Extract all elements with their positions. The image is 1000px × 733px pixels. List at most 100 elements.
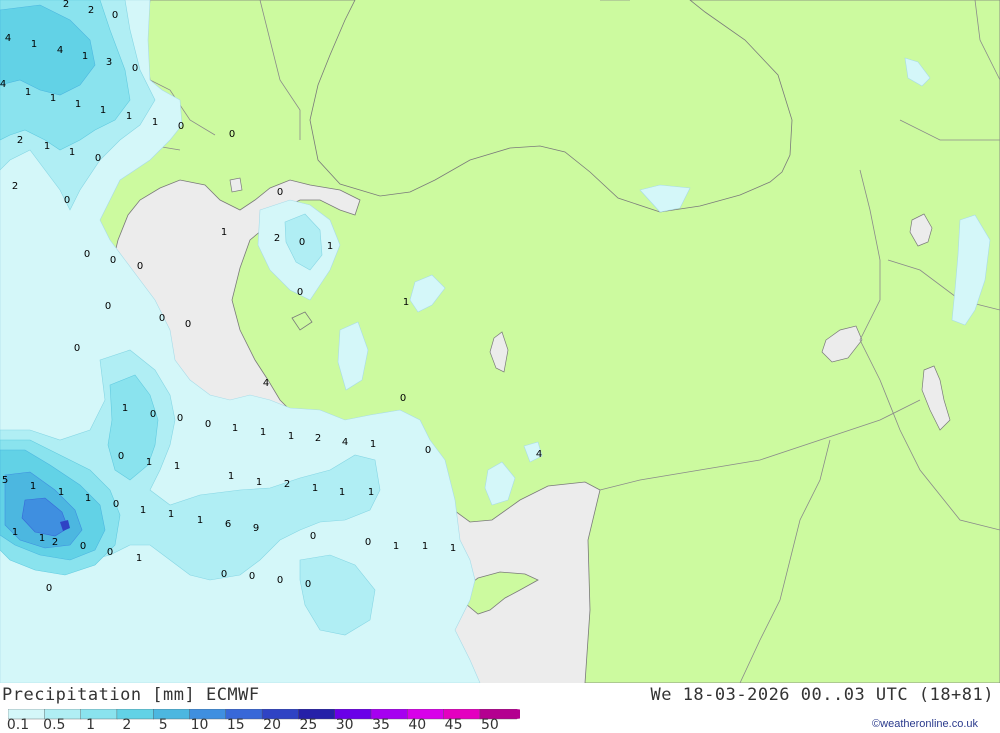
precip-value-label: 1 xyxy=(422,541,428,552)
precip-value-label: 1 xyxy=(85,493,91,504)
precip-value-label: 1 xyxy=(228,471,234,482)
legend-tick-label: 25 xyxy=(299,717,318,733)
precip-value-label: 4 xyxy=(536,449,542,460)
precip-value-label: 0 xyxy=(112,10,118,21)
precip-value-label: 1 xyxy=(168,509,174,520)
precip-value-label: 1 xyxy=(58,487,64,498)
legend-tick-label: 45 xyxy=(444,717,463,733)
precip-value-label: 2 xyxy=(17,135,23,146)
precip-value-label: 2 xyxy=(315,433,321,444)
map-canvas: 2 2 0 4 1 4 1 3 0 4 1 1 1 1 1 1 0 0 2 1 1 0 2 0 0 1 2 0 1 0 0 0 0 1 0 0 0 0 4 0… xyxy=(0,0,1000,683)
precip-value-label: 1 xyxy=(136,553,142,564)
precip-value-label: 1 xyxy=(31,39,37,50)
precip-value-label: 4 xyxy=(0,79,6,90)
lake-5 xyxy=(229,177,243,193)
precip-value-label: 1 xyxy=(256,477,262,488)
legend-tick-label: 35 xyxy=(372,717,390,733)
precip-value-label: 0 xyxy=(310,531,316,542)
precip-value-label: 4 xyxy=(57,45,63,56)
precip-value-label: 1 xyxy=(126,111,132,122)
credit: ©weatheronline.co.uk xyxy=(872,718,978,730)
legend-tick-label: 30 xyxy=(335,717,354,733)
precip-value-label: 2 xyxy=(88,5,94,16)
precip-value-label: 1 xyxy=(30,481,36,492)
precip-value-label: 0 xyxy=(132,63,138,74)
precip-value-label: 1 xyxy=(339,487,345,498)
precip-value-label: 1 xyxy=(368,487,374,498)
precip-value-label: 1 xyxy=(44,141,50,152)
precip-value-label: 1 xyxy=(146,457,152,468)
precip-value-label: 1 xyxy=(370,439,376,450)
precip-value-label: 3 xyxy=(106,57,112,68)
precip-value-label: 0 xyxy=(185,319,191,330)
legend-tick-label: 0.5 xyxy=(43,717,66,733)
precip-value-label: 0 xyxy=(277,187,283,198)
precip-value-label: 1 xyxy=(288,431,294,442)
precip-value-label: 0 xyxy=(46,583,52,594)
precip-value-label: 1 xyxy=(50,93,56,104)
precip-value-label: 0 xyxy=(64,195,70,206)
precip-value-label: 0 xyxy=(299,237,305,248)
precip-value-label: 0 xyxy=(80,541,86,552)
precip-value-label: 1 xyxy=(75,99,81,110)
precip-value-label: 0 xyxy=(249,571,255,582)
precip-value-label: 2 xyxy=(52,537,58,548)
precip-value-label: 1 xyxy=(69,147,75,158)
legend-tick-label: 1 xyxy=(86,717,96,733)
precip-value-label: 0 xyxy=(137,261,143,272)
precip-value-label: 1 xyxy=(12,527,18,538)
precip-value-label: 1 xyxy=(221,227,227,238)
precip-value-label: 5 xyxy=(2,475,8,486)
precip-value-label: 1 xyxy=(100,105,106,116)
precip-value-label: 0 xyxy=(305,579,311,590)
precip-value-label: 2 xyxy=(63,0,69,10)
precip-value-label: 1 xyxy=(327,241,333,252)
precip-value-label: 0 xyxy=(84,249,90,260)
precip-value-label: 1 xyxy=(393,541,399,552)
validity-time: We 18-03-2026 00..03 UTC (18+81) xyxy=(650,685,994,705)
legend-tick-label: 5 xyxy=(158,717,168,733)
map-title: Precipitation [mm] ECMWF xyxy=(2,685,260,705)
precip-value-label: 2 xyxy=(274,233,280,244)
precip-value-label: 1 xyxy=(232,423,238,434)
precip-value-label: 1 xyxy=(25,87,31,98)
precip-value-label: 0 xyxy=(150,409,156,420)
precip-value-label: 4 xyxy=(263,378,269,389)
precip-value-label: 0 xyxy=(277,575,283,586)
precip-value-label: 0 xyxy=(400,393,406,404)
map-footer: Precipitation [mm] ECMWF We 18-03-2026 0… xyxy=(0,683,1000,733)
precip-value-label: 0 xyxy=(229,129,235,140)
precip-value-label: 1 xyxy=(140,505,146,516)
legend-tick-label: 10 xyxy=(190,717,209,733)
precip-value-label: 0 xyxy=(74,343,80,354)
precip-value-label: 1 xyxy=(122,403,128,414)
legend-tick-label: 15 xyxy=(226,717,245,733)
precip-value-label: 1 xyxy=(197,515,203,526)
precip-value-label: 1 xyxy=(312,483,318,494)
precip-value-label: 1 xyxy=(39,533,45,544)
precip-value-label: 0 xyxy=(297,287,303,298)
precip-value-label: 0 xyxy=(178,121,184,132)
precip-value-label: 2 xyxy=(284,479,290,490)
precip-value-label: 0 xyxy=(110,255,116,266)
precip-value-label: 0 xyxy=(113,499,119,510)
precip-value-label: 1 xyxy=(450,543,456,554)
precip-value-label: 0 xyxy=(159,313,165,324)
legend-tick-label: 40 xyxy=(408,717,427,733)
precip-value-label: 4 xyxy=(342,437,348,448)
legend-tick-label: 0.1 xyxy=(6,717,30,733)
precip-value-label: 1 xyxy=(152,117,158,128)
precip-value-label: 0 xyxy=(105,301,111,312)
precip-value-label: 4 xyxy=(5,33,11,44)
precip-value-label: 0 xyxy=(425,445,431,456)
precip-value-label: 6 xyxy=(225,519,231,530)
precip-value-label: 0 xyxy=(118,451,124,462)
precip-value-label: 9 xyxy=(253,523,259,534)
legend-arrow xyxy=(516,709,520,719)
precipitation-map: 2 2 0 4 1 4 1 3 0 4 1 1 1 1 1 1 0 0 2 1 1 0 2 0 0 1 2 0 1 0 0 0 0 1 0 0 0 0 4 0… xyxy=(0,0,1000,683)
legend-tick-label: 2 xyxy=(122,717,132,733)
precip-value-label: 0 xyxy=(365,537,371,548)
precip-value-label: 2 xyxy=(12,181,18,192)
precip-value-label: 0 xyxy=(95,153,101,164)
precip-value-label: 1 xyxy=(174,461,180,472)
